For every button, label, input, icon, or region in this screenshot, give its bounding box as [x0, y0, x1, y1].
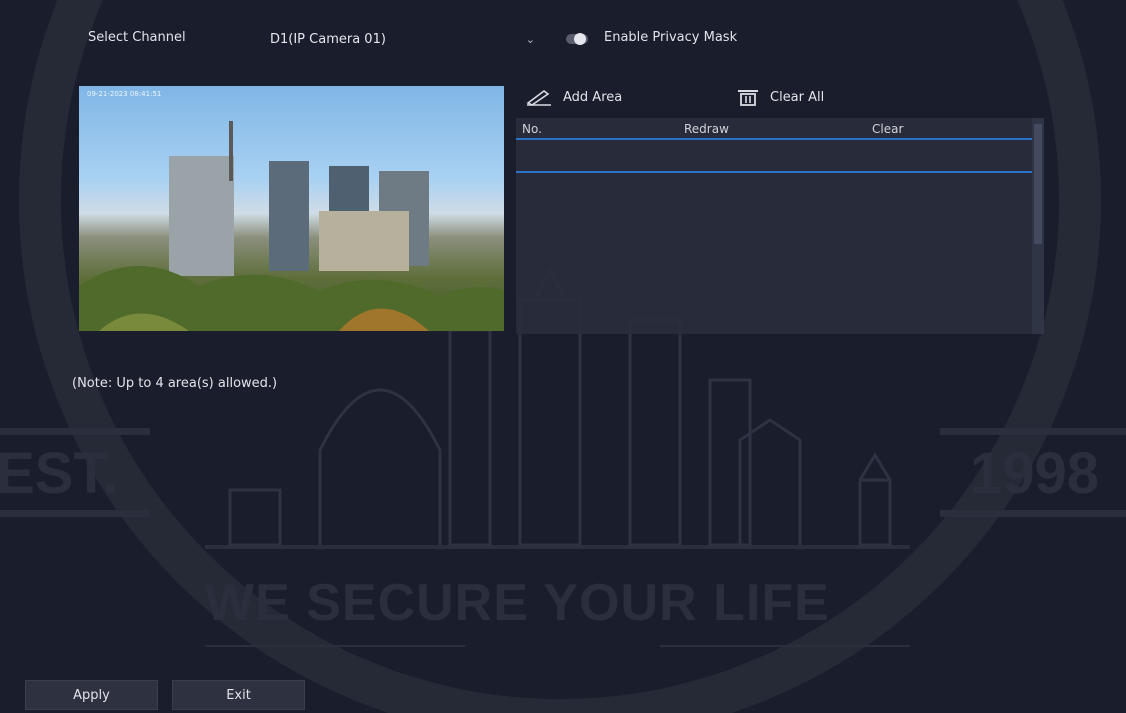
add-area-label: Add Area	[563, 89, 623, 105]
add-area-button[interactable]: Add Area	[525, 88, 622, 106]
column-header-redraw: Redraw	[684, 122, 729, 136]
apply-button[interactable]: Apply	[25, 680, 158, 710]
scrollbar-thumb[interactable]	[1034, 124, 1042, 244]
chevron-down-icon: ⌄	[525, 32, 535, 46]
column-header-clear: Clear	[872, 122, 904, 136]
exit-button[interactable]: Exit	[172, 680, 305, 710]
watermark-year: 1998	[970, 441, 1100, 506]
area-limit-note: (Note: Up to 4 area(s) allowed.)	[72, 376, 278, 391]
clear-all-label: Clear All	[770, 89, 825, 105]
table-header: No. Redraw Clear	[516, 118, 1032, 140]
table-row-divider	[516, 171, 1032, 173]
watermark-slogan: WE SECURE YOUR LIFE	[205, 574, 830, 632]
clear-all-button[interactable]: Clear All	[736, 88, 824, 106]
enable-privacy-mask-toggle[interactable]	[566, 33, 588, 45]
table-scrollbar[interactable]	[1032, 118, 1044, 334]
watermark-est: EST.	[0, 441, 119, 506]
area-table: No. Redraw Clear	[516, 118, 1044, 334]
select-channel-label: Select Channel	[88, 30, 186, 45]
column-header-no: No.	[522, 122, 542, 136]
pencil-icon	[526, 90, 551, 106]
enable-privacy-mask-label: Enable Privacy Mask	[604, 30, 738, 45]
channel-select-value: D1(IP Camera 01)	[270, 31, 386, 47]
preview-scene	[79, 121, 504, 331]
channel-select[interactable]: D1(IP Camera 01) ⌄	[258, 27, 543, 51]
toggle-knob	[574, 33, 586, 45]
camera-preview[interactable]: 09-21-2023 08:41:51	[79, 86, 504, 331]
trash-icon	[738, 90, 758, 106]
preview-osd-timestamp: 09-21-2023 08:41:51	[87, 90, 162, 98]
